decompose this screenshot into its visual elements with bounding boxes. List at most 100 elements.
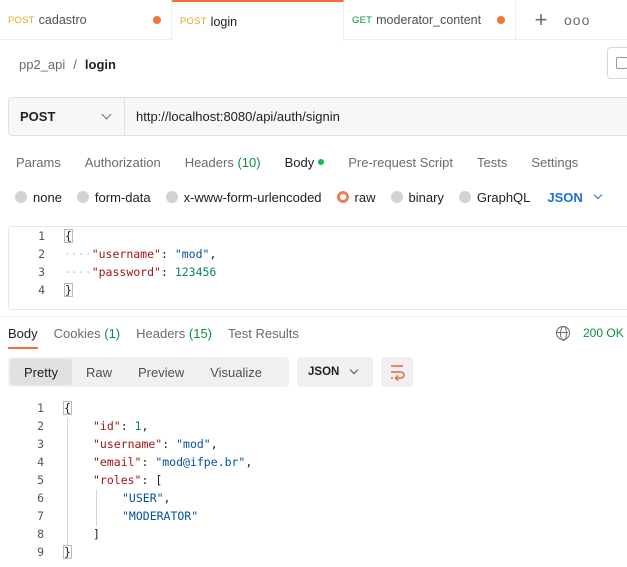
code-open-brace: { — [64, 229, 73, 243]
tab-params[interactable]: Params — [16, 155, 61, 170]
radio-icon — [390, 191, 403, 203]
view-pretty-button[interactable]: Pretty — [10, 359, 72, 385]
tab-login[interactable]: POST login — [172, 0, 344, 41]
radio-none-label: none — [33, 189, 62, 205]
tab-response-headers-label: Headers — [136, 325, 186, 341]
radio-icon — [458, 191, 471, 203]
body-format-label: JSON — [547, 189, 583, 205]
tab-moderator-content[interactable]: GET moderator_content — [344, 0, 516, 40]
line-number: 4 — [38, 283, 45, 297]
save-button[interactable] — [607, 47, 627, 79]
unsaved-dot-icon — [153, 16, 161, 24]
view-raw-button[interactable]: Raw — [74, 359, 124, 385]
breadcrumb-collection[interactable]: pp2_api — [19, 57, 65, 72]
tab-tests[interactable]: Tests — [477, 155, 507, 170]
code-close-brace: } — [63, 545, 72, 559]
tab-test-results[interactable]: Test Results — [228, 326, 299, 341]
tab-response-body[interactable]: Body — [8, 326, 38, 349]
tab-cadastro[interactable]: POST cadastro — [0, 0, 172, 40]
line-number: 3 — [38, 265, 45, 279]
url-input[interactable] — [125, 98, 627, 135]
line-number: 1 — [38, 229, 45, 243]
code-line-username: ····"username": "mod", — [64, 247, 217, 261]
radio-raw[interactable]: raw — [336, 189, 376, 205]
code-line-roles-close: ] — [93, 527, 100, 541]
code-line-roles: "roles": [ — [93, 473, 163, 487]
line-number: 7 — [37, 509, 44, 523]
indent-guide — [67, 418, 68, 546]
response-tabs: Body Cookies (1) Headers (15) Test Resul… — [8, 324, 315, 349]
method-select[interactable]: POST — [9, 98, 125, 135]
json-key: "password" — [91, 265, 161, 279]
json-number: 1 — [134, 419, 142, 433]
radio-x-www-form-urlencoded[interactable]: x-www-form-urlencoded — [165, 190, 322, 205]
tab-method-label: POST — [8, 14, 35, 26]
tab-test-results-label: Test Results — [228, 325, 299, 341]
tab-method-label: GET — [352, 14, 373, 26]
tab-body[interactable]: Body — [285, 155, 325, 170]
tab-body-label: Body — [284, 154, 315, 170]
wrap-lines-button[interactable] — [381, 357, 413, 387]
globe-icon[interactable] — [556, 326, 570, 341]
line-number: 8 — [37, 527, 44, 541]
tab-cookies[interactable]: Cookies (1) — [54, 326, 120, 341]
more-tabs-icon[interactable]: ooo — [564, 12, 590, 28]
json-key: "username" — [93, 437, 163, 451]
json-bracket: [ — [155, 473, 163, 487]
json-number: 123456 — [174, 265, 217, 279]
json-string: "mod" — [176, 437, 211, 451]
body-indicator-dot-icon — [318, 159, 325, 166]
body-format-select[interactable]: JSON — [547, 189, 603, 205]
tab-label: login — [210, 14, 238, 29]
new-tab-icon[interactable]: + — [528, 8, 554, 31]
response-format-select[interactable]: JSON — [297, 357, 373, 387]
breadcrumb-request[interactable]: login — [85, 57, 116, 72]
line-number: 3 — [37, 437, 44, 451]
code-line-role-moderator: "MODERATOR" — [122, 509, 198, 523]
tab-authorization[interactable]: Authorization — [85, 155, 161, 170]
code-line-username: "username": "mod", — [93, 437, 218, 451]
view-mode-selector: Pretty Raw Preview Visualize — [8, 357, 289, 387]
tab-authorization-label: Authorization — [84, 154, 161, 170]
tab-headers-label: Headers — [184, 154, 234, 170]
request-body-editor[interactable]: 1 2 3 4 { ····"username": "mod", ····"pa… — [8, 226, 627, 310]
response-format-label: JSON — [308, 366, 340, 378]
tab-label: cadastro — [38, 13, 87, 27]
url-bar: POST — [8, 97, 627, 136]
radio-graphql-label: GraphQL — [476, 189, 531, 205]
tab-settings-label: Settings — [531, 154, 579, 170]
json-string: "MODERATOR" — [122, 509, 199, 523]
breadcrumb: pp2_api / login — [19, 55, 116, 73]
json-string: "USER" — [122, 491, 164, 505]
tab-headers[interactable]: Headers (10) — [185, 155, 261, 170]
indent-guide — [96, 490, 97, 526]
wrap-lines-icon — [391, 365, 405, 382]
radio-graphql[interactable]: GraphQL — [458, 189, 531, 205]
json-key: "roles" — [93, 473, 142, 487]
unsaved-dot-icon — [497, 16, 505, 24]
view-preview-button[interactable]: Preview — [126, 359, 196, 385]
code-line-role-user: "USER", — [122, 491, 171, 505]
tab-settings[interactable]: Settings — [531, 155, 578, 170]
json-string: "mod" — [174, 247, 210, 261]
tab-label: moderator_content — [376, 13, 482, 27]
line-number: 5 — [37, 473, 44, 487]
cookies-count: (1) — [104, 325, 121, 341]
radio-icon — [165, 191, 178, 203]
radio-icon — [15, 191, 27, 203]
radio-binary[interactable]: binary — [390, 189, 444, 205]
radio-binary-label: binary — [408, 189, 444, 205]
radio-form-data[interactable]: form-data — [76, 190, 151, 205]
line-number: 2 — [38, 247, 45, 261]
tab-response-headers[interactable]: Headers (15) — [136, 326, 212, 341]
json-string: "mod@ifpe.br" — [155, 455, 246, 469]
json-key: "email" — [93, 455, 142, 469]
view-visualize-button[interactable]: Visualize — [198, 359, 274, 385]
radio-raw-label: raw — [354, 189, 376, 205]
tab-pre-request-script[interactable]: Pre-request Script — [348, 155, 453, 170]
radio-none[interactable]: none — [15, 190, 62, 205]
status-badge[interactable]: 200 OK — [583, 326, 624, 340]
tab-method-label: POST — [180, 16, 207, 27]
json-key: "id" — [93, 419, 121, 433]
code-line-email: "email": "mod@ifpe.br", — [93, 455, 253, 469]
